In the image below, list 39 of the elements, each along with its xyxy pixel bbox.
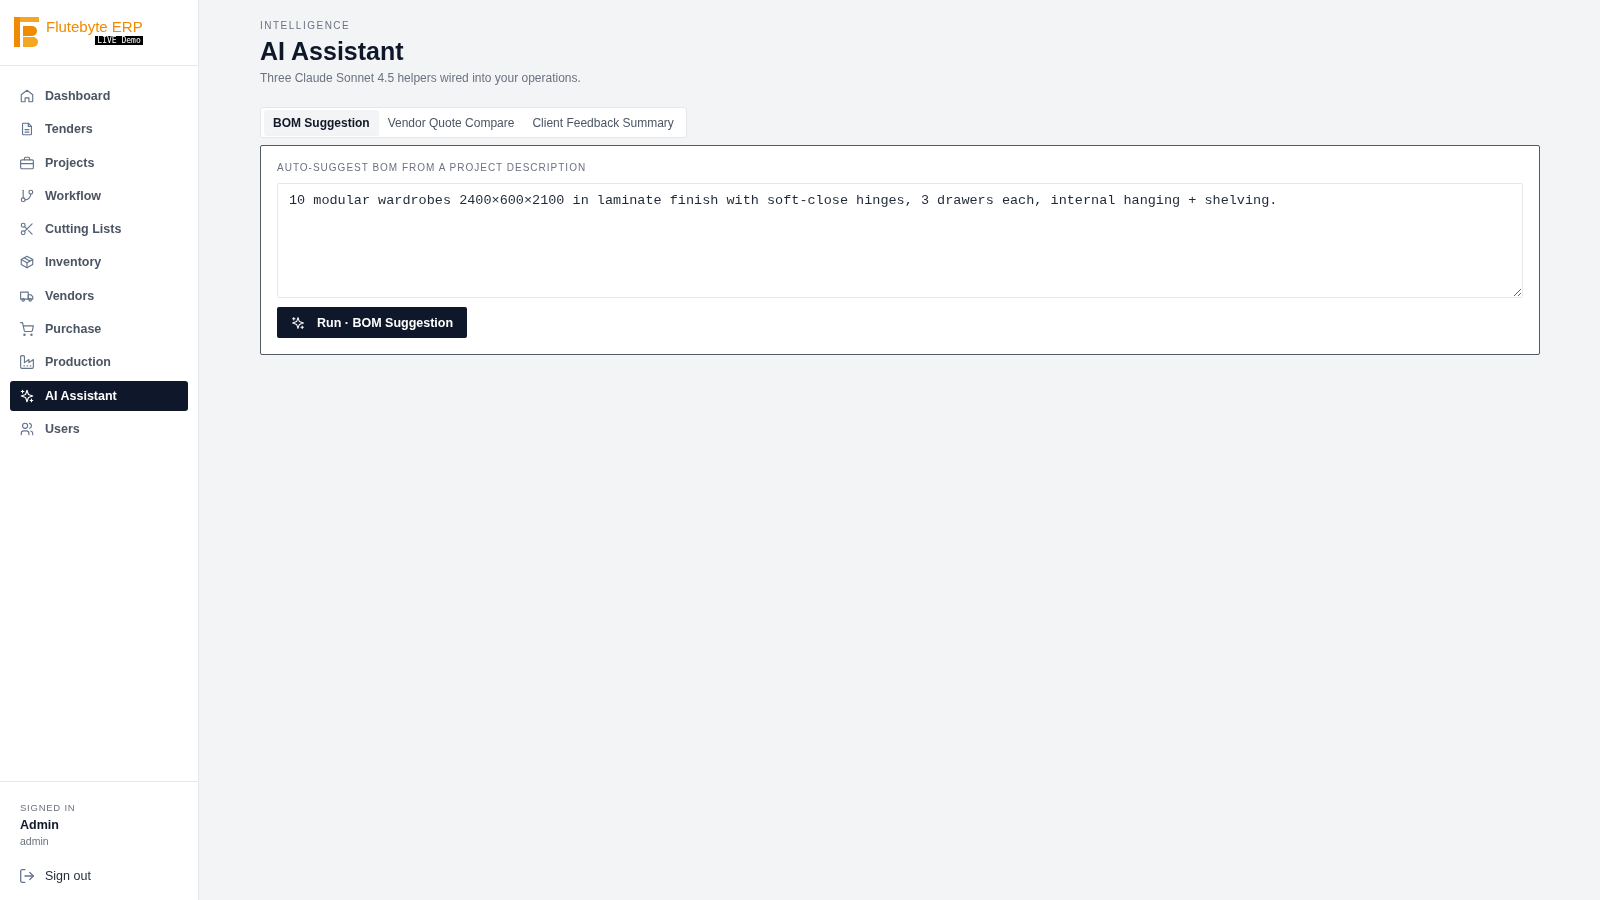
factory-icon: [20, 355, 34, 370]
nav-item[interactable]: Inventory: [10, 247, 188, 278]
run-button[interactable]: Run · BOM Suggestion: [277, 307, 468, 338]
nav-item[interactable]: Production: [10, 347, 188, 378]
sparkle-icon: [20, 388, 34, 403]
nav-item[interactable]: Tenders: [10, 114, 188, 145]
sign-out-link[interactable]: Sign out: [10, 861, 188, 891]
user-login: admin: [20, 834, 50, 848]
sign-out-icon: [20, 869, 34, 883]
user-name: Admin: [20, 817, 60, 834]
nav-item[interactable]: Projects: [10, 147, 188, 178]
nav-item[interactable]: Workflow: [10, 180, 188, 211]
branch-icon: [20, 188, 34, 203]
description-field[interactable]: 10 modular wardrobes 2400×600×2100 in laminate finish with soft-close hinges, 3 drawers each, internal hanging + shelving.: [277, 183, 1523, 298]
tab[interactable]: BOM Suggestion: [264, 110, 379, 135]
nav-item[interactable]: Purchase: [10, 314, 188, 345]
users-icon: [20, 421, 34, 436]
field-label: AUTO-SUGGEST BOM FROM A PROJECT DESCRIPTION: [277, 162, 587, 174]
nav-item[interactable]: Cutting Lists: [10, 214, 188, 245]
section-label: INTELLIGENCE: [260, 20, 351, 32]
box-icon: [20, 255, 34, 270]
house-icon: [20, 89, 34, 103]
live-demo-badge: LIVE Demo: [95, 36, 143, 45]
nav-item[interactable]: Dashboard: [10, 81, 188, 111]
cart-icon: [20, 322, 34, 337]
tab[interactable]: Vendor Quote Compare: [378, 110, 524, 135]
logo-mark-icon: [14, 16, 39, 47]
signed-in-label: SIGNED IN: [20, 802, 77, 814]
brand-name: Flutebyte ERP: [46, 18, 143, 35]
tab[interactable]: Client Feedback Summary: [523, 110, 683, 135]
page-title: AI Assistant: [260, 36, 404, 66]
nav-item[interactable]: AI Assistant: [10, 380, 188, 411]
nav-item[interactable]: Vendors: [10, 280, 188, 311]
page-subtitle: Three Claude Sonnet 4.5 helpers wired into your operations.: [260, 70, 581, 86]
scissors-icon: [20, 222, 34, 237]
nav-item[interactable]: Users: [10, 413, 188, 444]
sparkle-icon: [292, 316, 304, 329]
document-icon: [20, 122, 34, 137]
briefcase-icon: [20, 155, 34, 170]
